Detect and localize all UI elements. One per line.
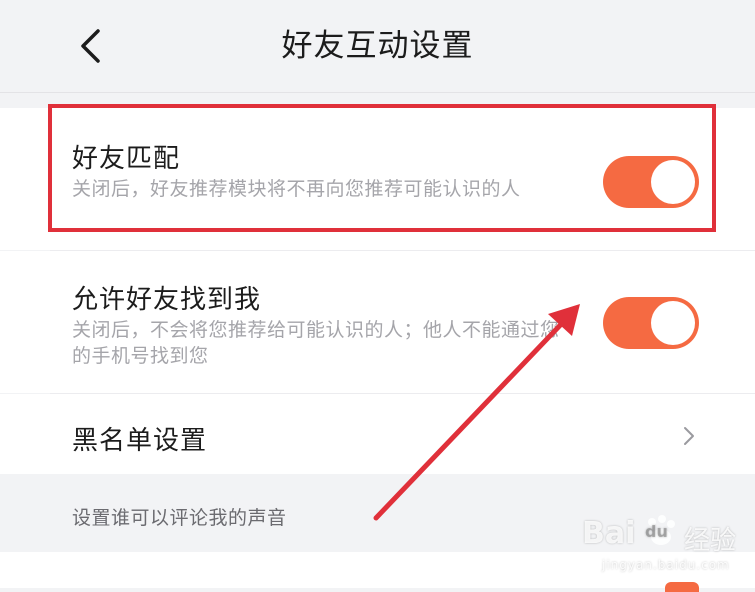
partial-toggle bbox=[665, 582, 699, 592]
setting-title: 允许好友找到我 bbox=[72, 285, 262, 315]
back-button[interactable] bbox=[62, 20, 118, 72]
setting-title: 黑名单设置 bbox=[72, 426, 208, 456]
setting-row-partial bbox=[0, 552, 755, 592]
chevron-right-icon[interactable] bbox=[676, 424, 700, 448]
watermark-brand2: du bbox=[645, 522, 668, 541]
toggle-knob bbox=[651, 301, 695, 345]
watermark-brand: Bai bbox=[582, 516, 636, 551]
setting-title: 好友匹配 bbox=[72, 144, 181, 174]
toggle-knob bbox=[651, 160, 695, 204]
paw-icon bbox=[648, 515, 675, 545]
section-label: 设置谁可以评论我的声音 bbox=[72, 507, 287, 529]
chevron-left-icon bbox=[81, 29, 100, 63]
setting-row-blacklist[interactable]: 黑名单设置 bbox=[0, 394, 755, 474]
allow-find-toggle[interactable] bbox=[603, 297, 699, 349]
divider bbox=[50, 250, 755, 251]
setting-row-friend-match: 好友匹配 关闭后，好友推荐模块将不再向您推荐可能认识的人 bbox=[0, 108, 755, 250]
setting-description: 关闭后，好友推荐模块将不再向您推荐可能认识的人 bbox=[72, 178, 521, 200]
friend-match-toggle[interactable] bbox=[603, 156, 699, 208]
setting-row-allow-find: 允许好友找到我 关闭后，不会将您推荐给可能认识的人；他人不能通过您的手机号找到您 bbox=[0, 251, 755, 393]
header-bar: 好友互动设置 bbox=[0, 0, 755, 93]
setting-description: 关闭后，不会将您推荐给可能认识的人；他人不能通过您的手机号找到您 bbox=[72, 319, 560, 367]
